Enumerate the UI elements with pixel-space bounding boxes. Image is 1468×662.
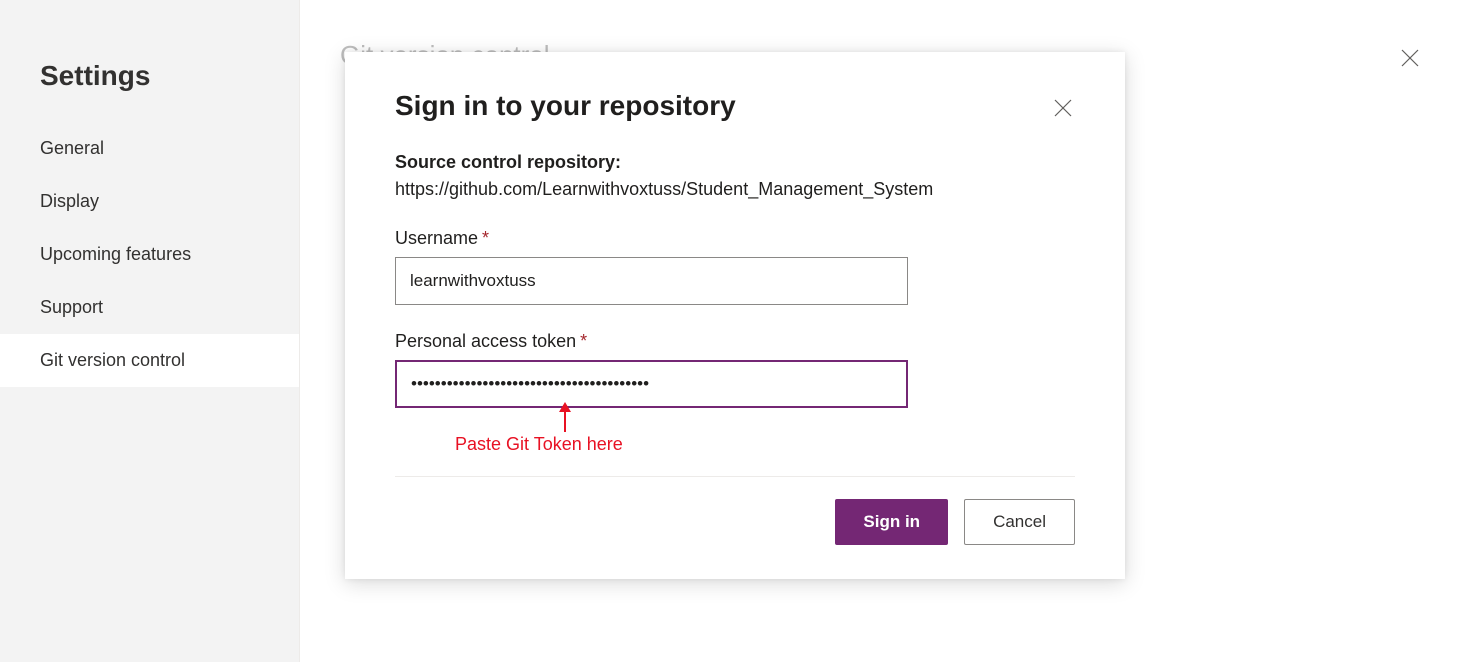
sidebar-item-label: General (40, 138, 104, 158)
sidebar-title: Settings (0, 60, 299, 122)
close-icon (1400, 48, 1420, 68)
username-input[interactable] (395, 257, 908, 305)
settings-sidebar: Settings General Display Upcoming featur… (0, 0, 300, 662)
sidebar-item-general[interactable]: General (0, 122, 299, 175)
required-indicator: * (580, 331, 587, 351)
sidebar-item-upcoming-features[interactable]: Upcoming features (0, 228, 299, 281)
close-icon (1054, 99, 1072, 117)
dialog-title: Sign in to your repository (395, 90, 736, 122)
personal-access-token-input[interactable] (395, 360, 908, 408)
sidebar-item-label: Display (40, 191, 99, 211)
arrow-up-icon (555, 402, 575, 432)
sidebar-item-git-version-control[interactable]: Git version control (0, 334, 299, 387)
sidebar-item-label: Git version control (40, 350, 185, 370)
cancel-button[interactable]: Cancel (964, 499, 1075, 545)
close-panel-button[interactable] (1396, 44, 1424, 72)
repository-url: https://github.com/Learnwithvoxtuss/Stud… (395, 179, 1075, 200)
sidebar-item-display[interactable]: Display (0, 175, 299, 228)
sign-in-button[interactable]: Sign in (835, 499, 948, 545)
dialog-close-button[interactable] (1051, 96, 1075, 120)
divider (395, 476, 1075, 477)
sign-in-dialog: Sign in to your repository Source contro… (345, 52, 1125, 579)
sidebar-item-label: Support (40, 297, 103, 317)
required-indicator: * (482, 228, 489, 248)
sidebar-item-support[interactable]: Support (0, 281, 299, 334)
token-label: Personal access token* (395, 331, 1075, 352)
username-label: Username* (395, 228, 1075, 249)
annotation: Paste Git Token here (395, 408, 1075, 468)
annotation-text: Paste Git Token here (455, 434, 623, 455)
sidebar-item-label: Upcoming features (40, 244, 191, 264)
repository-label: Source control repository: (395, 152, 1075, 173)
